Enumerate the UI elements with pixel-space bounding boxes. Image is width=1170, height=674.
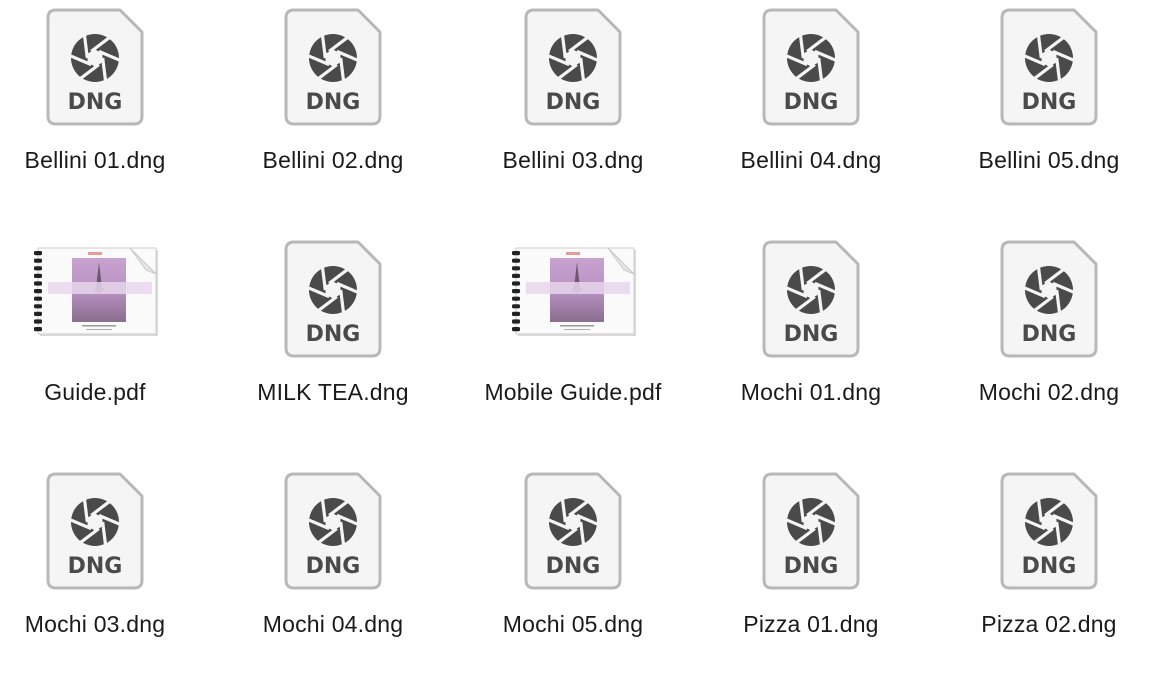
file-name-label[interactable]: Bellini 04.dng	[692, 146, 930, 174]
file-name-label[interactable]: Bellini 02.dng	[214, 146, 452, 174]
dng-badge-label: DNG	[68, 554, 123, 579]
dng-document-icon: DNG	[284, 472, 382, 590]
dng-document-icon: DNG	[524, 8, 622, 126]
pdf-thumbnail-icon	[512, 247, 636, 336]
pdf-thumbnail-icon	[34, 247, 158, 336]
file-name-label[interactable]: Bellini 01.dng	[0, 146, 214, 174]
dng-document-icon: DNG	[284, 240, 382, 358]
file-name-label[interactable]: Mochi 03.dng	[0, 610, 214, 638]
file-name-label[interactable]: Mochi 02.dng	[930, 378, 1168, 406]
dng-badge-label: DNG	[306, 322, 361, 347]
file-icon[interactable]	[454, 240, 692, 370]
dng-document-icon: DNG	[46, 8, 144, 126]
file-item[interactable]: Guide.pdf	[0, 240, 214, 440]
file-item[interactable]: DNG Mochi 03.dng	[0, 472, 214, 672]
file-item[interactable]: DNG Mochi 04.dng	[214, 472, 452, 672]
file-icon[interactable]: DNG	[692, 8, 930, 138]
file-icon[interactable]: DNG	[214, 8, 452, 138]
file-icon[interactable]	[0, 240, 214, 370]
dng-document-icon: DNG	[1000, 472, 1098, 590]
dng-document-icon: DNG	[762, 8, 860, 126]
dng-badge-label: DNG	[306, 554, 361, 579]
file-icon[interactable]: DNG	[0, 8, 214, 138]
file-icon[interactable]: DNG	[214, 240, 452, 370]
file-item[interactable]: DNG Mochi 05.dng	[454, 472, 692, 672]
file-item[interactable]: DNG Pizza 02.dng	[930, 472, 1168, 672]
file-icon[interactable]: DNG	[692, 472, 930, 602]
file-icon[interactable]: DNG	[454, 472, 692, 602]
file-icon-grid: DNG Bellini 01.dng DNG Bellini 02.dng DNG Bel…	[0, 0, 1170, 674]
file-icon[interactable]: DNG	[692, 240, 930, 370]
file-icon[interactable]: DNG	[930, 472, 1168, 602]
file-name-label[interactable]: Mobile Guide.pdf	[454, 378, 692, 406]
file-item[interactable]: DNG Bellini 04.dng	[692, 8, 930, 208]
dng-document-icon: DNG	[46, 472, 144, 590]
file-item[interactable]: DNG Bellini 02.dng	[214, 8, 452, 208]
dng-badge-label: DNG	[546, 90, 601, 115]
file-item[interactable]: DNG Mochi 01.dng	[692, 240, 930, 440]
dng-badge-label: DNG	[546, 554, 601, 579]
dng-badge-label: DNG	[784, 90, 839, 115]
file-icon[interactable]: DNG	[930, 8, 1168, 138]
dng-badge-label: DNG	[68, 90, 123, 115]
file-icon[interactable]: DNG	[454, 8, 692, 138]
file-name-label[interactable]: Pizza 02.dng	[930, 610, 1168, 638]
file-icon[interactable]: DNG	[0, 472, 214, 602]
file-name-label[interactable]: Guide.pdf	[0, 378, 214, 406]
dng-badge-label: DNG	[1022, 90, 1077, 115]
dng-document-icon: DNG	[284, 8, 382, 126]
file-icon[interactable]: DNG	[930, 240, 1168, 370]
file-item[interactable]: DNG Mochi 02.dng	[930, 240, 1168, 440]
file-item[interactable]: DNG Bellini 05.dng	[930, 8, 1168, 208]
dng-badge-label: DNG	[1022, 554, 1077, 579]
file-name-label[interactable]: Bellini 03.dng	[454, 146, 692, 174]
dng-badge-label: DNG	[1022, 322, 1077, 347]
dng-document-icon: DNG	[762, 472, 860, 590]
file-name-label[interactable]: Bellini 05.dng	[930, 146, 1168, 174]
dng-badge-label: DNG	[306, 90, 361, 115]
file-name-label[interactable]: MILK TEA.dng	[214, 378, 452, 406]
file-item[interactable]: DNG Bellini 01.dng	[0, 8, 214, 208]
file-name-label[interactable]: Mochi 01.dng	[692, 378, 930, 406]
file-name-label[interactable]: Pizza 01.dng	[692, 610, 930, 638]
dng-document-icon: DNG	[1000, 8, 1098, 126]
dng-document-icon: DNG	[1000, 240, 1098, 358]
dng-badge-label: DNG	[784, 554, 839, 579]
file-item[interactable]: DNG Bellini 03.dng	[454, 8, 692, 208]
file-icon[interactable]: DNG	[214, 472, 452, 602]
dng-badge-label: DNG	[784, 322, 839, 347]
file-name-label[interactable]: Mochi 04.dng	[214, 610, 452, 638]
dng-document-icon: DNG	[762, 240, 860, 358]
file-item[interactable]: DNG Pizza 01.dng	[692, 472, 930, 672]
file-name-label[interactable]: Mochi 05.dng	[454, 610, 692, 638]
file-item[interactable]: DNG MILK TEA.dng	[214, 240, 452, 440]
dng-document-icon: DNG	[524, 472, 622, 590]
file-item[interactable]: Mobile Guide.pdf	[454, 240, 692, 440]
